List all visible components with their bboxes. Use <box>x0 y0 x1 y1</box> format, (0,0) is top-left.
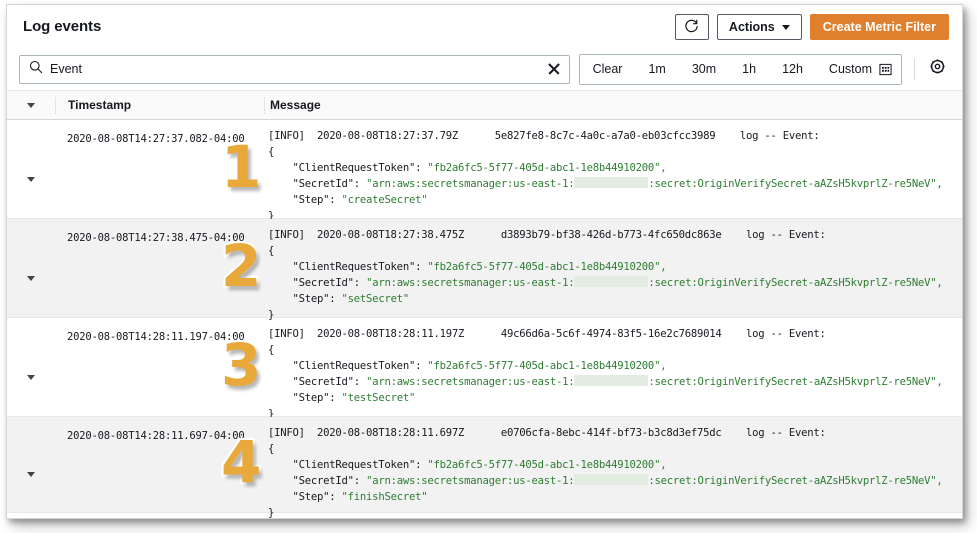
redacted-account-id <box>574 177 649 188</box>
search-input[interactable] <box>50 62 547 76</box>
table-body: 2020-08-08T14:27:37.082-04:00 [INFO] 2020… <box>7 120 962 518</box>
create-metric-filter-button[interactable]: Create Metric Filter <box>809 13 949 40</box>
timestamp-header-label: Timestamp <box>68 98 132 112</box>
table-header-row: Timestamp Message <box>7 90 962 120</box>
range-button-clear[interactable]: Clear <box>579 54 636 84</box>
row-timestamp: 2020-08-08T14:27:37.082-04:00 <box>67 133 245 145</box>
range-button-12h[interactable]: 12h <box>769 54 816 84</box>
range-button-custom[interactable]: Custom <box>815 54 901 84</box>
row-message-cell: [INFO] 2020-08-08T18:28:11.197Z 49c66d6a… <box>263 318 962 430</box>
filter-toolbar: Clear 1m 30m 1h 12h Custom <box>7 48 962 90</box>
search-icon <box>29 60 50 79</box>
log-events-window: Log events Actions Create Metric Filter <box>6 4 963 519</box>
range-button-1h[interactable]: 1h <box>729 54 770 84</box>
table-row[interactable]: 2020-08-08T14:27:38.475-04:00 [INFO] 2020… <box>7 219 962 321</box>
table-row[interactable]: 2020-08-08T14:27:37.082-04:00 [INFO] 2020… <box>7 120 962 222</box>
range-button-30m[interactable]: 30m <box>678 54 730 84</box>
table-row[interactable]: 2020-08-08T14:28:11.197-04:00 [INFO] 2020… <box>7 318 962 420</box>
row-expand-toggle[interactable] <box>7 417 55 518</box>
column-header-timestamp[interactable]: Timestamp <box>56 96 264 114</box>
row-timestamp-cell: 2020-08-08T14:27:38.475-04:00 <box>55 219 263 246</box>
chevron-down-icon <box>27 275 35 281</box>
row-timestamp-cell: 2020-08-08T14:27:37.082-04:00 <box>55 120 263 147</box>
expand-all-toggle[interactable] <box>7 102 55 108</box>
row-timestamp-cell: 2020-08-08T14:28:11.197-04:00 <box>55 318 263 345</box>
row-message-cell: [INFO] 2020-08-08T18:27:38.475Z d3893b79… <box>263 219 962 331</box>
message-header-label: Message <box>270 98 321 112</box>
row-message-cell: [INFO] 2020-08-08T18:27:37.79Z 5e827fe8-… <box>263 120 962 232</box>
row-timestamp: 2020-08-08T14:27:38.475-04:00 <box>67 232 245 244</box>
row-timestamp-cell: 2020-08-08T14:28:11.697-04:00 <box>55 417 263 444</box>
chevron-down-icon <box>27 102 35 108</box>
row-expand-toggle[interactable] <box>7 219 55 327</box>
chevron-down-icon <box>27 374 35 380</box>
row-message: [INFO] 2020-08-08T18:28:11.697Z e0706cfa… <box>268 427 943 519</box>
chevron-down-icon <box>27 472 35 477</box>
row-expand-toggle[interactable] <box>7 120 55 228</box>
refresh-icon <box>684 19 699 34</box>
chevron-down-icon <box>781 25 790 30</box>
refresh-button[interactable] <box>674 13 709 40</box>
toolbar-divider <box>914 58 915 80</box>
range-button-1m[interactable]: 1m <box>635 54 679 84</box>
row-message: [INFO] 2020-08-08T18:27:37.79Z 5e827fe8-… <box>268 130 943 222</box>
actions-label: Actions <box>728 19 775 34</box>
row-message: [INFO] 2020-08-08T18:28:11.197Z 49c66d6a… <box>268 328 943 420</box>
page-title: Log events <box>23 18 102 35</box>
panel-header: Log events Actions Create Metric Filter <box>7 5 962 48</box>
chevron-down-icon <box>27 176 35 182</box>
redacted-account-id <box>574 474 649 485</box>
time-range-group: Clear 1m 30m 1h 12h Custom <box>578 53 902 85</box>
row-message-cell: [INFO] 2020-08-08T18:28:11.697Z e0706cfa… <box>263 417 962 519</box>
row-expand-toggle[interactable] <box>7 318 55 426</box>
row-timestamp: 2020-08-08T14:28:11.197-04:00 <box>67 331 245 343</box>
actions-button[interactable]: Actions <box>716 13 802 40</box>
row-message: [INFO] 2020-08-08T18:27:38.475Z d3893b79… <box>268 229 943 321</box>
close-icon[interactable] <box>547 62 561 76</box>
search-box[interactable] <box>19 54 570 84</box>
table-row[interactable]: 2020-08-08T14:28:11.697-04:00 [INFO] 2020… <box>7 417 962 518</box>
row-timestamp: 2020-08-08T14:28:11.697-04:00 <box>67 430 245 442</box>
redacted-account-id <box>574 375 649 386</box>
gear-icon <box>929 58 946 80</box>
calendar-icon <box>879 63 892 76</box>
redacted-account-id <box>574 276 649 287</box>
log-events-table: Timestamp Message 2020-08-08T14:27:37.08… <box>7 90 962 518</box>
column-header-message[interactable]: Message <box>265 96 962 114</box>
settings-button[interactable] <box>926 58 948 80</box>
custom-label: Custom <box>828 62 872 76</box>
